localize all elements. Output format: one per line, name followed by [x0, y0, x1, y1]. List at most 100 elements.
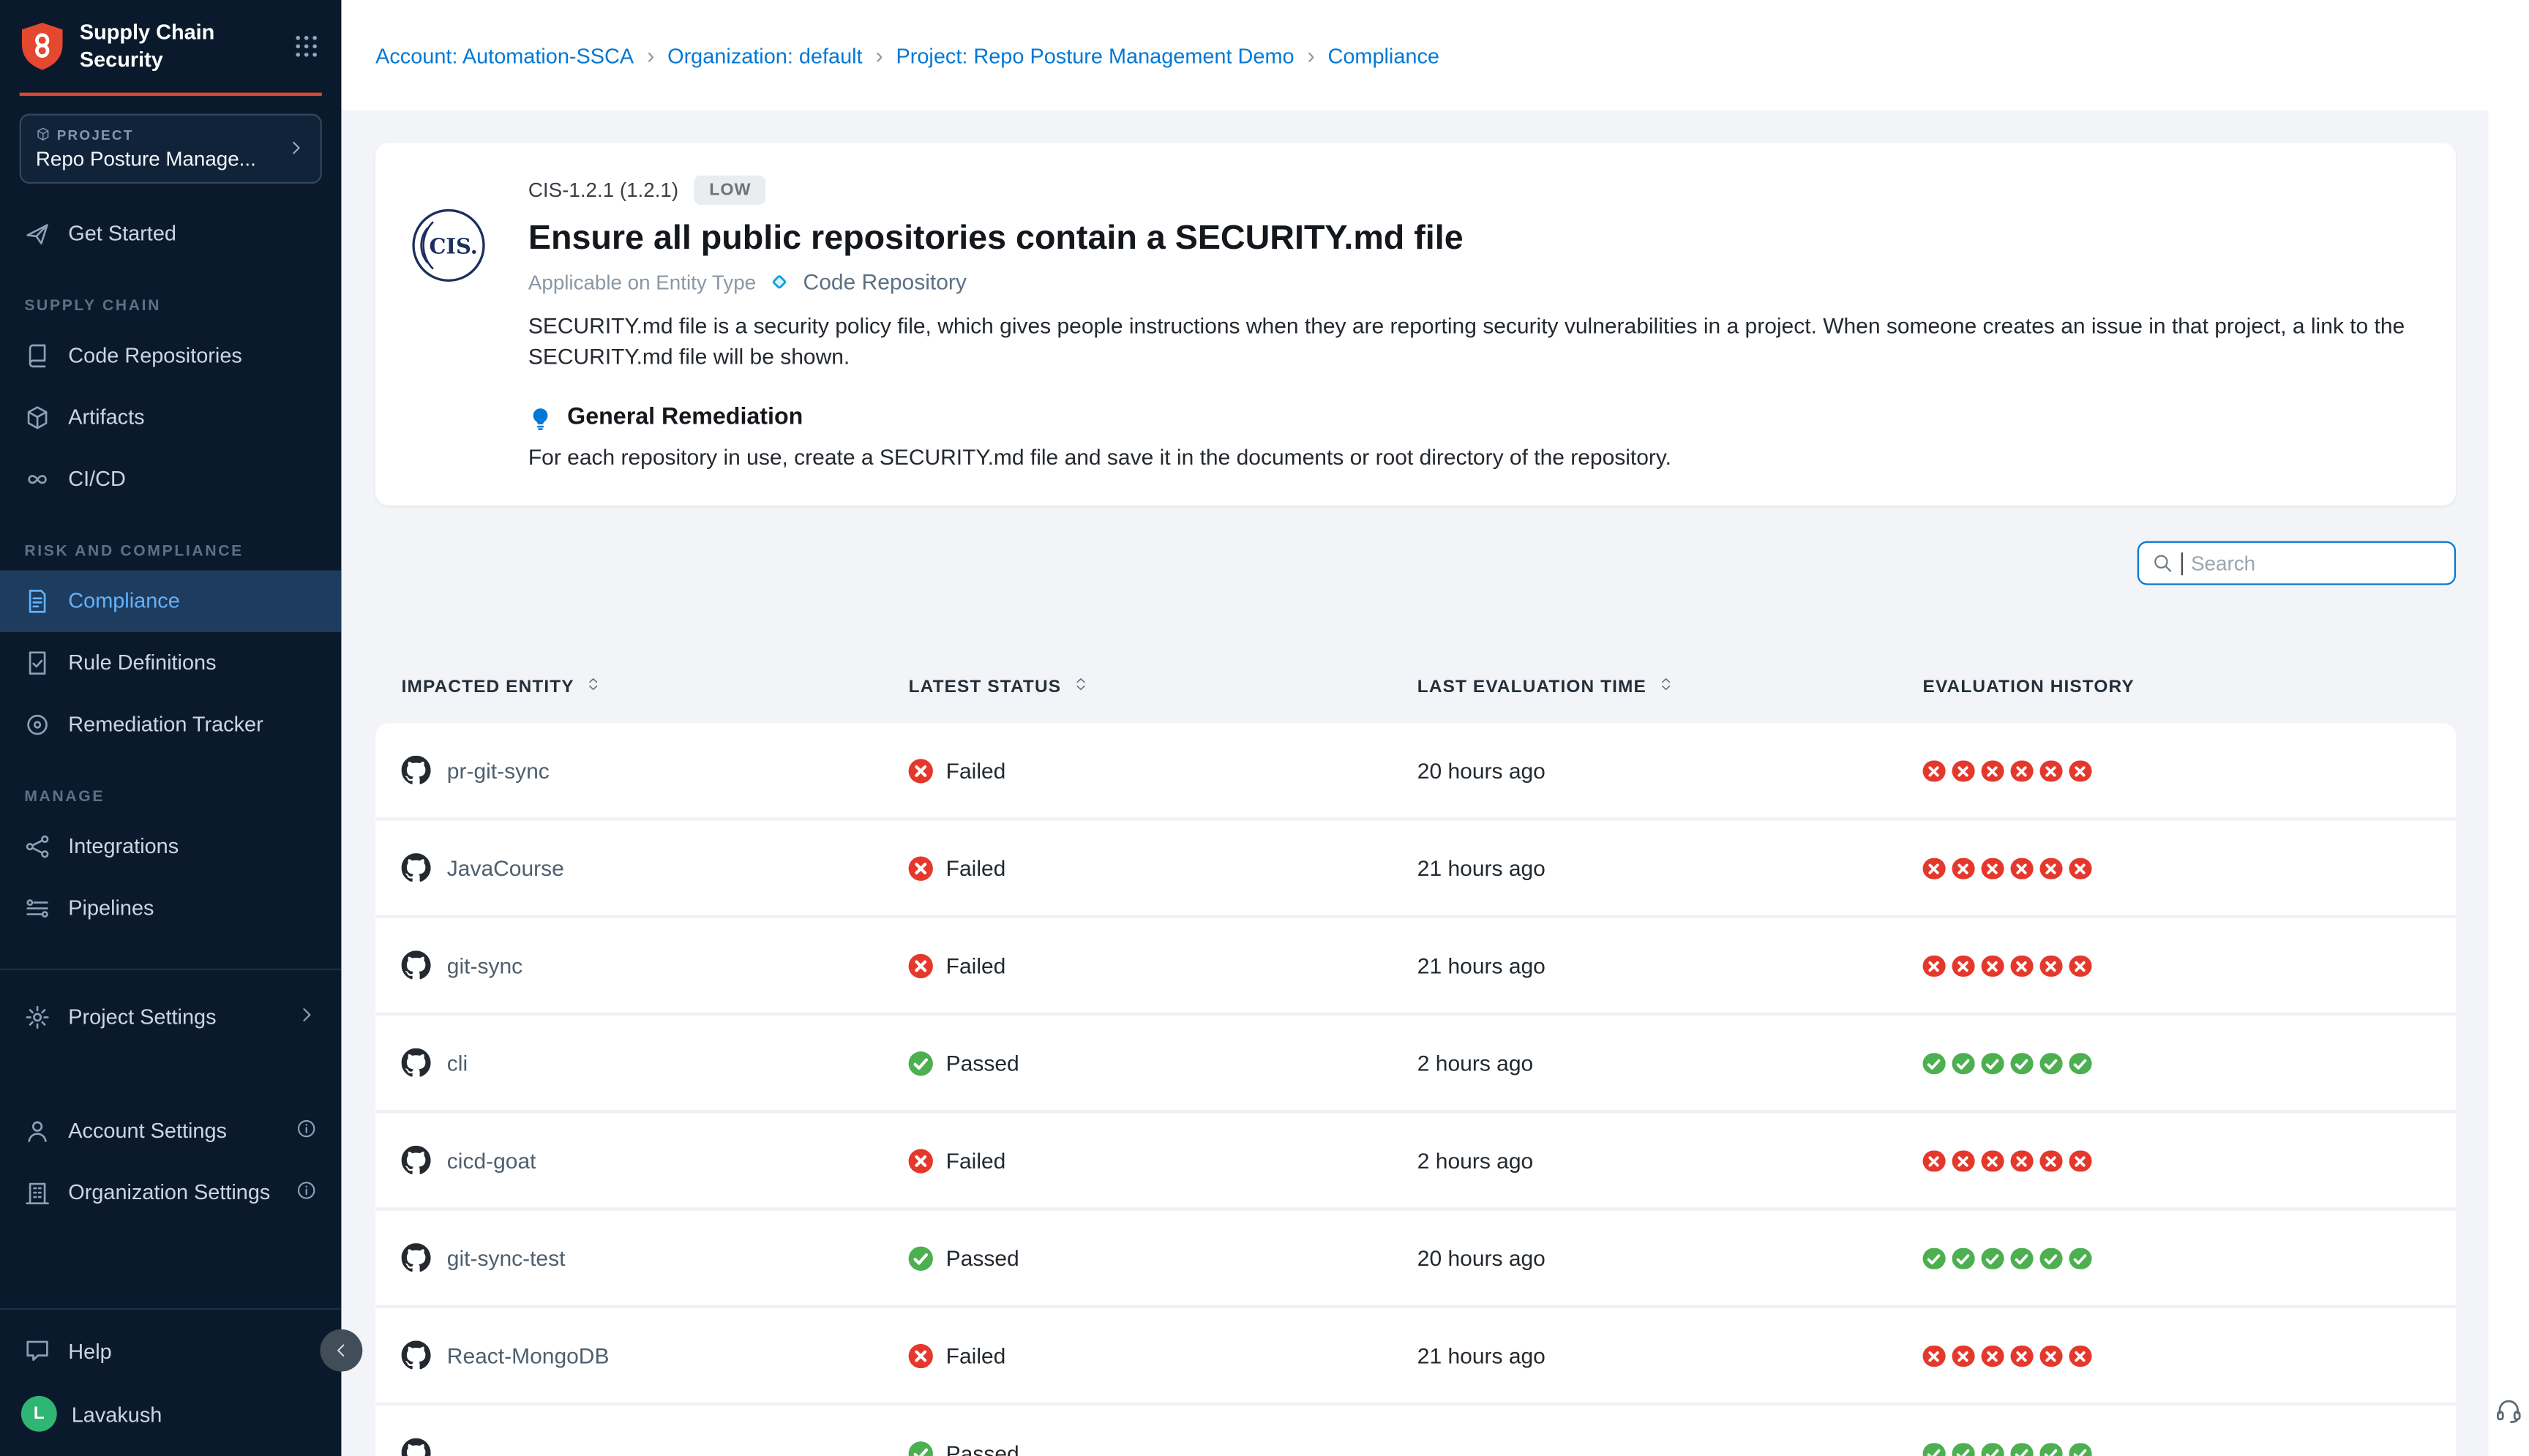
- user-profile[interactable]: L Lavakush: [0, 1381, 341, 1446]
- severity-badge: LOW: [694, 176, 765, 205]
- failed-icon: [909, 759, 933, 783]
- sort-icon[interactable]: [1657, 677, 1674, 698]
- failed-icon: [2011, 1345, 2033, 1367]
- sidebar-item-account-settings[interactable]: Account Settings: [0, 1100, 341, 1161]
- entity-link[interactable]: JavaCourse: [402, 854, 909, 883]
- column-header-impacted-entity[interactable]: IMPACTED ENTITY: [402, 677, 909, 698]
- github-icon: [402, 1438, 431, 1456]
- info-icon[interactable]: [296, 1179, 317, 1206]
- sidebar-item-get-started[interactable]: Get Started: [0, 203, 341, 264]
- support-icon[interactable]: [2495, 1396, 2522, 1424]
- breadcrumb-separator-icon: ›: [875, 42, 883, 69]
- sort-icon[interactable]: [585, 677, 602, 698]
- evaluation-history: [1923, 760, 2457, 782]
- sort-icon[interactable]: [1073, 677, 1089, 698]
- info-icon[interactable]: [296, 1118, 317, 1144]
- sidebar-item-label: Pipelines: [68, 896, 154, 920]
- passed-icon: [1923, 1052, 1945, 1074]
- doc-lines-icon: [24, 588, 50, 615]
- evaluation-history: [1923, 858, 2457, 879]
- failed-icon: [2069, 1345, 2091, 1367]
- building-icon: [24, 1179, 50, 1206]
- sidebar-collapse-handle[interactable]: [321, 1329, 363, 1372]
- entity-link[interactable]: cicd-goat: [402, 1147, 909, 1176]
- entity-link[interactable]: pr-git-sync: [402, 757, 909, 786]
- failed-icon: [2069, 955, 2091, 977]
- breadcrumb-link-organization-default[interactable]: Organization: default: [667, 43, 862, 67]
- passed-icon: [1982, 1247, 2004, 1269]
- search-input[interactable]: Search: [2138, 541, 2456, 585]
- entity-link[interactable]: git-sync: [402, 951, 909, 980]
- sidebar-item-ci-cd[interactable]: CI/CD: [0, 449, 341, 510]
- breadcrumb-link-project-repo-posture-management-demo[interactable]: Project: Repo Posture Management Demo: [896, 43, 1294, 67]
- sidebar-item-label: Remediation Tracker: [68, 712, 263, 736]
- failed-icon: [909, 1149, 933, 1173]
- main-area: Account: Automation-SSCA › Organization: d…: [341, 0, 2529, 1456]
- table-row: pr-git-sync Failed 20 hours ago: [375, 724, 2456, 821]
- table-row: git-sync-test Passed 20 hours ago: [375, 1211, 2456, 1308]
- entity-name: pr-git-sync: [447, 759, 550, 783]
- project-name: Repo Posture Manage...: [36, 148, 256, 170]
- failed-icon: [1952, 1150, 1974, 1172]
- sidebar-item-label: Artifacts: [68, 405, 144, 429]
- sidebar-item-rule-definitions[interactable]: Rule Definitions: [0, 632, 341, 694]
- entity-link[interactable]: [402, 1438, 909, 1456]
- evaluation-history: [1923, 1052, 2457, 1074]
- status-cell: Failed: [909, 1149, 1417, 1173]
- sidebar-item-compliance[interactable]: Compliance: [0, 570, 341, 631]
- sidebar-item-integrations[interactable]: Integrations: [0, 816, 341, 877]
- sidebar-item-pipelines[interactable]: Pipelines: [0, 877, 341, 939]
- sidebar-section-title-supply-chain: SUPPLY CHAIN: [24, 297, 317, 315]
- column-header-latest-status[interactable]: LATEST STATUS: [909, 677, 1417, 698]
- sidebar-item-organization-settings[interactable]: Organization Settings: [0, 1162, 341, 1223]
- table-row: Passed: [375, 1406, 2456, 1456]
- evaluation-time: 2 hours ago: [1417, 1051, 1923, 1076]
- scrollbar-gutter[interactable]: [2489, 0, 2529, 1456]
- brand-accent-bar: [20, 92, 322, 95]
- remediation-title: General Remediation: [567, 405, 803, 432]
- breadcrumb-link-compliance[interactable]: Compliance: [1328, 43, 1439, 67]
- cis-logo: CIS.: [411, 208, 486, 470]
- column-header-last-evaluation-time[interactable]: LAST EVALUATION TIME: [1417, 677, 1923, 698]
- sidebar-item-code-repositories[interactable]: Code Repositories: [0, 325, 341, 386]
- passed-icon: [2039, 1247, 2061, 1269]
- bulb-icon: [528, 406, 552, 430]
- column-label: IMPACTED ENTITY: [402, 678, 574, 697]
- module-switcher-icon[interactable]: [294, 35, 318, 59]
- column-label: LAST EVALUATION TIME: [1417, 678, 1646, 697]
- sidebar-item-remediation-tracker[interactable]: Remediation Tracker: [0, 694, 341, 755]
- status-label: Failed: [946, 1149, 1006, 1173]
- avatar: L: [21, 1396, 57, 1432]
- table-row: cicd-goat Failed 2 hours ago: [375, 1114, 2456, 1211]
- column-label: LATEST STATUS: [909, 678, 1062, 697]
- cube-icon: [24, 405, 50, 431]
- github-icon: [402, 951, 431, 980]
- user-name: Lavakush: [72, 1402, 162, 1426]
- breadcrumb-separator-icon: ›: [1307, 42, 1314, 69]
- remediation-header: General Remediation: [528, 405, 2417, 432]
- entity-link[interactable]: git-sync-test: [402, 1244, 909, 1273]
- project-selector[interactable]: PROJECT Repo Posture Manage...: [20, 113, 322, 184]
- person-icon: [24, 1118, 50, 1144]
- breadcrumb-link-account-automation-ssca[interactable]: Account: Automation-SSCA: [375, 43, 634, 67]
- entity-link[interactable]: React-MongoDB: [402, 1341, 909, 1370]
- table-body: pr-git-sync Failed 20 hours ago JavaCour…: [375, 724, 2456, 1456]
- status-label: Failed: [946, 759, 1006, 783]
- status-label: Failed: [946, 953, 1006, 977]
- sidebar-item-help[interactable]: Help: [0, 1320, 341, 1381]
- status-cell: Failed: [909, 759, 1417, 783]
- sidebar-item-project-settings[interactable]: Project Settings: [0, 986, 341, 1048]
- sidebar-item-artifacts[interactable]: Artifacts: [0, 386, 341, 448]
- status-cell: Passed: [909, 1246, 1417, 1270]
- status-cell: Passed: [909, 1051, 1417, 1076]
- passed-icon: [909, 1051, 933, 1076]
- content: CIS. CIS-1.2.1 (1.2.1) LOW Ensure all pu…: [341, 110, 2529, 1456]
- status-label: Passed: [946, 1246, 1019, 1270]
- passed-icon: [1923, 1247, 1945, 1269]
- entity-link[interactable]: cli: [402, 1048, 909, 1078]
- evaluation-history: [1923, 1150, 2457, 1172]
- top-bar: Account: Automation-SSCA › Organization: d…: [341, 0, 2529, 110]
- failed-icon: [1923, 858, 1945, 879]
- passed-icon: [1952, 1052, 1974, 1074]
- evaluation-history: [1923, 1345, 2457, 1367]
